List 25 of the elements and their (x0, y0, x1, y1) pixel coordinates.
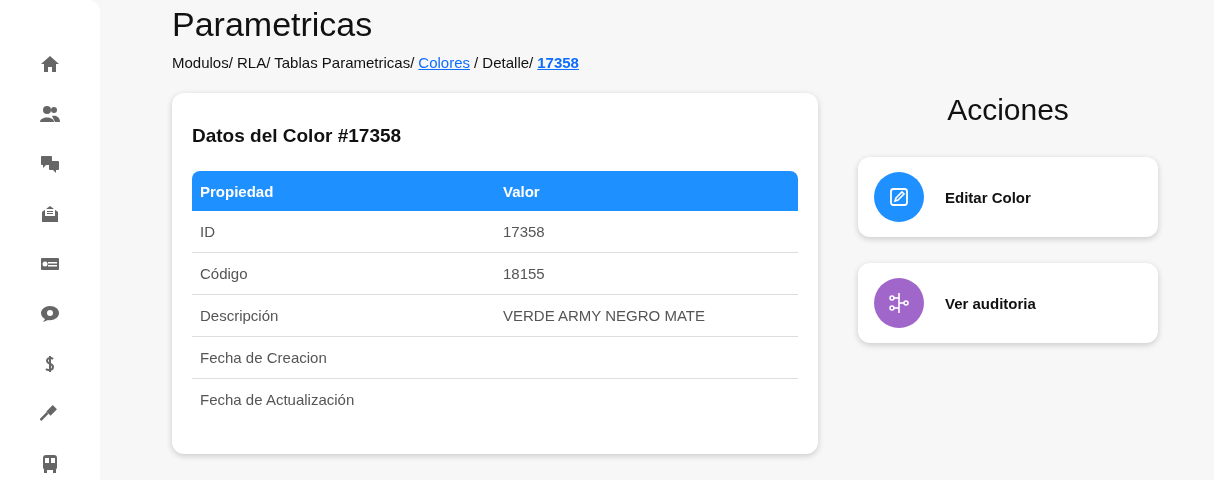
column-header: Propiedad (192, 171, 495, 211)
breadcrumb-link[interactable]: Colores (418, 54, 471, 71)
value-cell: VERDE ARMY NEGRO MATE (495, 294, 798, 337)
property-cell: ID (192, 211, 495, 253)
card-title: Datos del Color #17358 (192, 124, 403, 148)
property-cell: Descripción (192, 294, 495, 337)
home-icon[interactable] (40, 54, 60, 74)
value-cell: 18155 (495, 252, 798, 295)
users-icon[interactable] (40, 104, 60, 124)
envelope-icon[interactable] (40, 204, 60, 224)
property-cell: Código (192, 252, 495, 295)
action-button[interactable]: Editar Color (858, 157, 1158, 237)
value-cell: 17358 (495, 211, 798, 253)
gavel-icon[interactable] (40, 404, 60, 424)
breadcrumb-text: Modulos/ RLA/ Tablas Parametricas/ (172, 54, 415, 71)
breadcrumb-link[interactable]: 17358 (537, 54, 579, 71)
actions-title: Acciones (946, 92, 1070, 128)
breadcrumb-text: / Detalle/ (474, 54, 534, 71)
page-title: Parametricas (172, 4, 374, 45)
property-cell: Fecha de Creacion (192, 336, 495, 379)
column-header: Valor (495, 171, 798, 211)
property-cell: Fecha de Actualización (192, 378, 495, 420)
action-button[interactable]: Ver auditoria (858, 263, 1158, 343)
chat-icon[interactable] (40, 154, 60, 174)
bus-icon[interactable] (40, 454, 60, 474)
